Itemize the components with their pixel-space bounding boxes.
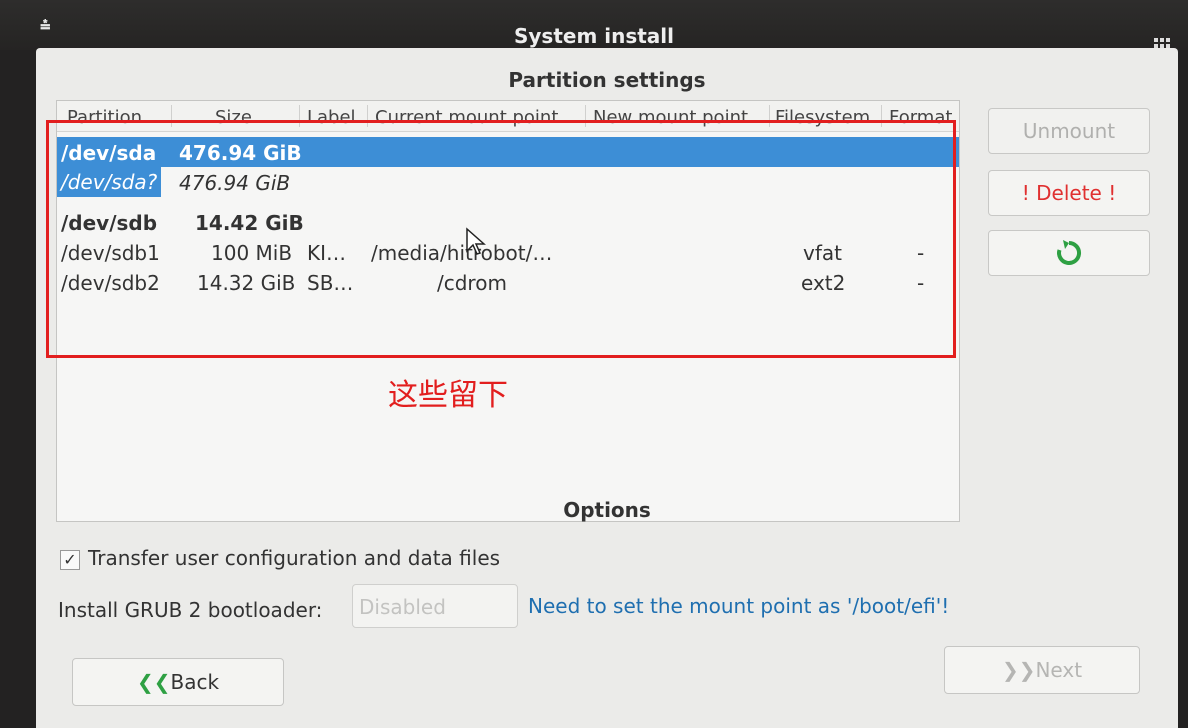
next-button[interactable]: ❯❯Next	[944, 646, 1140, 694]
transfer-checkbox[interactable]: ✓	[60, 550, 80, 570]
annotation-box	[46, 120, 956, 358]
unmount-button[interactable]: Unmount	[988, 108, 1150, 154]
delete-button[interactable]: ! Delete !	[988, 170, 1150, 216]
next-chevron-icon: ❯❯	[1001, 658, 1036, 682]
annotation-text: 这些留下	[388, 378, 508, 413]
installer-window: Partition settings Partition Size Label …	[36, 48, 1178, 728]
transfer-label[interactable]: Transfer user configuration and data fil…	[88, 546, 500, 570]
grub-hint: Need to set the mount point as '/boot/ef…	[528, 594, 950, 618]
back-button[interactable]: ❮❮Back	[72, 658, 284, 706]
options-heading: Options	[563, 498, 651, 522]
back-label: Back	[170, 670, 220, 694]
window-titlebar: ⩮ System install	[0, 0, 1188, 50]
refresh-icon	[1057, 240, 1082, 265]
grub-label: Install GRUB 2 bootloader:	[58, 598, 323, 622]
window-title: System install	[513, 24, 675, 48]
next-label: Next	[1035, 658, 1083, 682]
back-chevron-icon: ❮❮	[136, 670, 171, 694]
partition-settings-heading: Partition settings	[508, 68, 706, 92]
grub-select[interactable]: Disabled	[352, 584, 518, 628]
refresh-button[interactable]	[988, 230, 1150, 276]
